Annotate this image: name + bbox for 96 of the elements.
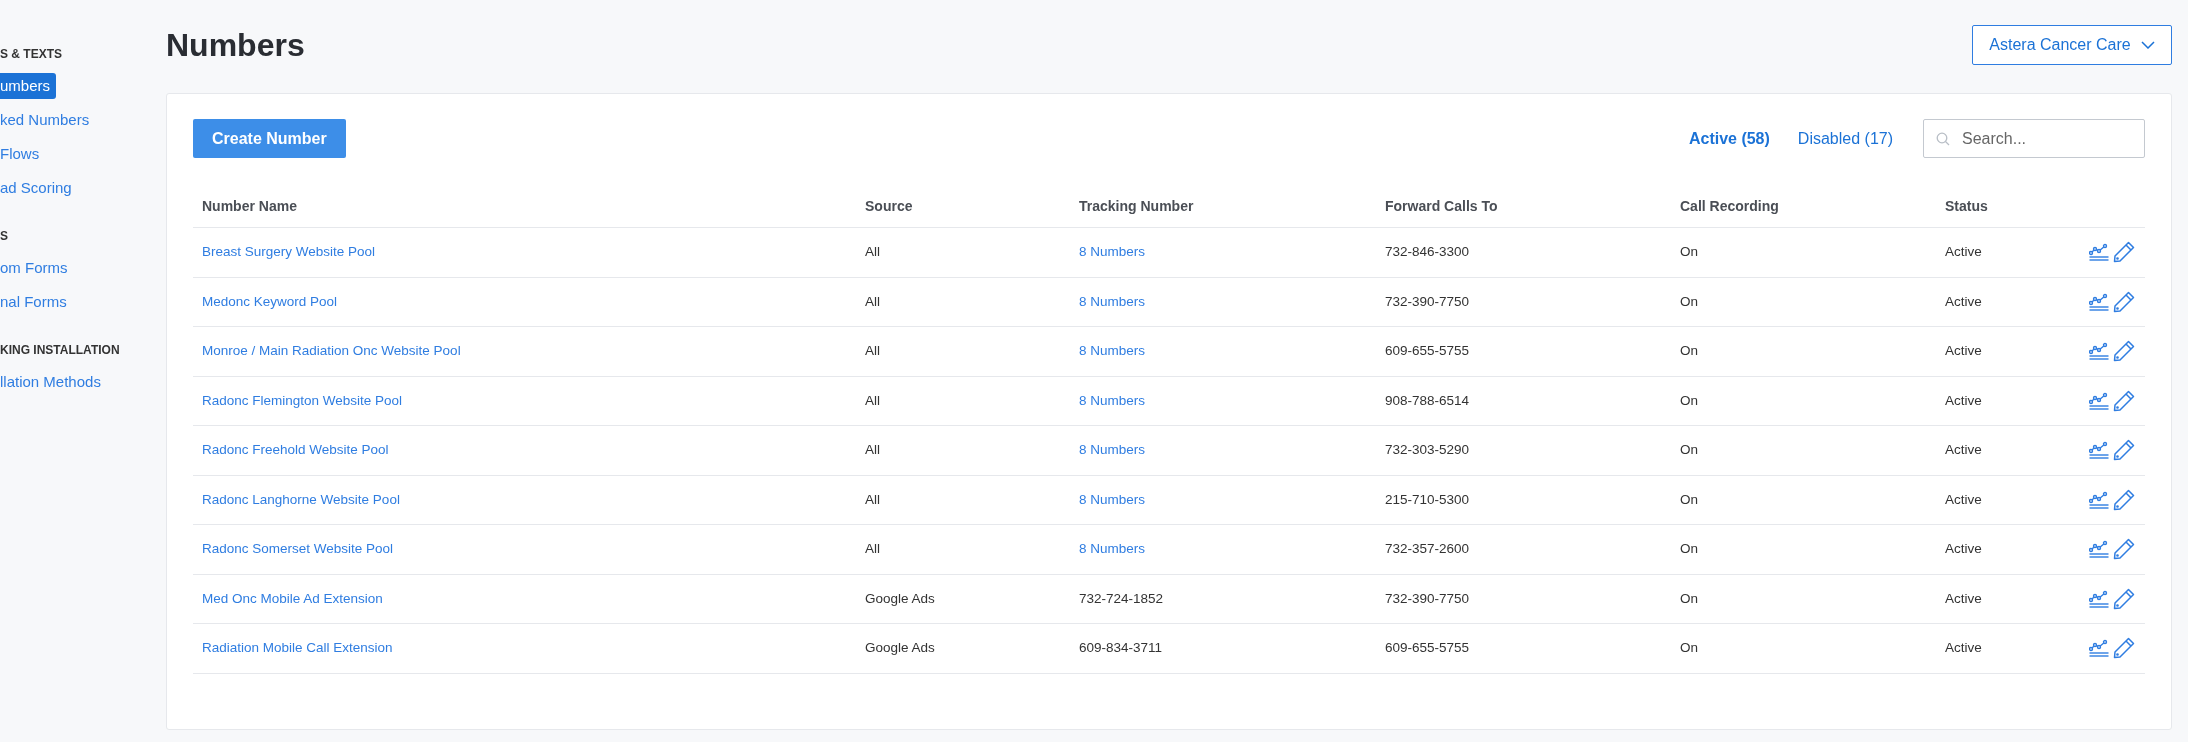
column-header: Forward Calls To [1385, 197, 1498, 214]
column-header: Call Recording [1680, 197, 1779, 214]
tracking-numbers-link[interactable]: 8 Numbers [1079, 343, 1146, 359]
tracking-numbers-link[interactable]: 8 Numbers [1079, 442, 1146, 458]
tracking-numbers-link[interactable]: 8 Numbers [1079, 244, 1146, 260]
status-text: Active [1945, 491, 1982, 507]
forward-number-text: 609-655-5755 [1385, 640, 1470, 656]
call-recording-text: On [1680, 590, 1698, 606]
page-title: Numbers [166, 25, 305, 65]
source-text: All [865, 392, 880, 408]
number-name-link[interactable]: Breast Surgery Website Pool [202, 244, 376, 260]
search-icon [1936, 132, 1950, 146]
tracking-number-text: 732-724-1852 [1079, 590, 1164, 606]
sidebar-item[interactable]: ad Scoring [0, 174, 78, 202]
forward-number-text: 609-655-5755 [1385, 343, 1470, 359]
sidebar-item[interactable]: nal Forms [0, 288, 73, 316]
status-text: Active [1945, 590, 1982, 606]
status-text: Active [1945, 293, 1982, 309]
sidebar-item[interactable]: om Forms [0, 254, 74, 282]
source-text: All [865, 343, 880, 359]
sidebar-item[interactable]: umbers [0, 72, 57, 100]
sidebar-item[interactable]: llation Methods [0, 368, 107, 396]
line-chart-icon[interactable] [2089, 243, 2109, 262]
call-recording-text: On [1680, 244, 1698, 260]
number-name-link[interactable]: Radonc Freehold Website Pool [202, 442, 389, 458]
source-text: All [865, 491, 880, 507]
line-chart-icon[interactable] [2089, 441, 2109, 460]
forward-number-text: 732-357-2600 [1385, 541, 1470, 557]
tracking-numbers-link[interactable]: 8 Numbers [1079, 293, 1146, 309]
line-chart-icon[interactable] [2089, 342, 2109, 361]
sidebar-section-heading: S [0, 228, 9, 245]
call-recording-text: On [1680, 343, 1698, 359]
status-text: Active [1945, 541, 1982, 557]
source-text: Google Ads [865, 590, 935, 606]
pencil-icon[interactable] [2113, 637, 2135, 660]
line-chart-icon[interactable] [2089, 589, 2109, 608]
search-field[interactable]: Search... [1923, 119, 2145, 158]
source-text: All [865, 541, 880, 557]
call-recording-text: On [1680, 640, 1698, 656]
source-text: All [865, 244, 880, 260]
pencil-icon[interactable] [2113, 290, 2135, 313]
call-recording-text: On [1680, 392, 1698, 408]
column-header: Number Name [202, 197, 297, 214]
number-name-link[interactable]: Medonc Keyword Pool [202, 293, 338, 309]
number-name-link[interactable]: Monroe / Main Radiation Onc Website Pool [202, 343, 461, 359]
call-recording-text: On [1680, 541, 1698, 557]
call-recording-text: On [1680, 442, 1698, 458]
create-number-button[interactable]: Create Number [193, 119, 346, 158]
status-text: Active [1945, 392, 1982, 408]
sidebar-section-heading: S & TEXTS [0, 46, 63, 63]
sidebar-section-heading: KING INSTALLATION [0, 342, 121, 359]
forward-number-text: 732-390-7750 [1385, 293, 1470, 309]
source-text: All [865, 442, 880, 458]
line-chart-icon[interactable] [2089, 540, 2109, 559]
line-chart-icon[interactable] [2089, 490, 2109, 509]
call-recording-text: On [1680, 491, 1698, 507]
chevron-down-icon [2140, 40, 2155, 49]
tracking-numbers-link[interactable]: 8 Numbers [1079, 491, 1146, 507]
pencil-icon[interactable] [2113, 538, 2135, 561]
column-header: Status [1945, 197, 1988, 214]
column-header: Tracking Number [1079, 197, 1194, 214]
forward-number-text: 215-710-5300 [1385, 491, 1470, 507]
forward-number-text: 732-303-5290 [1385, 442, 1470, 458]
forward-number-text: 732-390-7750 [1385, 590, 1470, 606]
pencil-icon[interactable] [2113, 340, 2135, 363]
number-name-link[interactable]: Radiation Mobile Call Extension [202, 640, 393, 656]
source-text: Google Ads [865, 640, 935, 656]
status-text: Active [1945, 244, 1982, 260]
status-text: Active [1945, 640, 1982, 656]
source-text: All [865, 293, 880, 309]
number-name-link[interactable]: Radonc Langhorne Website Pool [202, 491, 400, 507]
status-text: Active [1945, 442, 1982, 458]
account-dropdown[interactable]: Astera Cancer Care [1972, 24, 2172, 65]
pencil-icon[interactable] [2113, 587, 2135, 610]
filter-tab[interactable]: Disabled (17) [1797, 126, 1893, 151]
pencil-icon[interactable] [2113, 389, 2135, 412]
call-recording-text: On [1680, 293, 1698, 309]
sidebar-item[interactable]: Flows [0, 140, 46, 168]
sidebar-item[interactable]: ked Numbers [0, 106, 96, 134]
line-chart-icon[interactable] [2089, 391, 2109, 410]
tracking-number-text: 609-834-3711 [1079, 640, 1163, 656]
forward-number-text: 908-788-6514 [1385, 392, 1470, 408]
number-name-link[interactable]: Radonc Somerset Website Pool [202, 541, 394, 557]
tracking-numbers-link[interactable]: 8 Numbers [1079, 541, 1146, 557]
number-name-link[interactable]: Radonc Flemington Website Pool [202, 392, 403, 408]
status-text: Active [1945, 343, 1982, 359]
pencil-icon[interactable] [2113, 241, 2135, 264]
forward-number-text: 732-846-3300 [1385, 244, 1470, 260]
tracking-numbers-link[interactable]: 8 Numbers [1079, 392, 1146, 408]
number-name-link[interactable]: Med Onc Mobile Ad Extension [202, 590, 383, 606]
pencil-icon[interactable] [2113, 488, 2135, 511]
column-header: Source [865, 197, 913, 214]
line-chart-icon[interactable] [2089, 639, 2109, 658]
filter-tab[interactable]: Active (58) [1688, 126, 1770, 151]
pencil-icon[interactable] [2113, 439, 2135, 462]
line-chart-icon[interactable] [2089, 292, 2109, 311]
